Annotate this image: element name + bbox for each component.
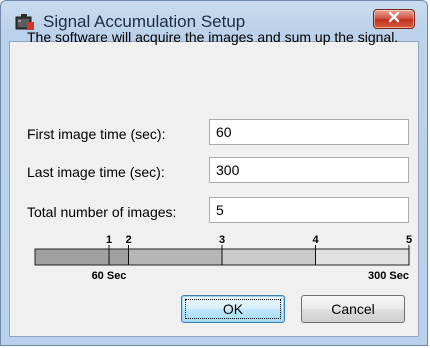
scale-end-label: 300 Sec — [368, 270, 409, 282]
cancel-button[interactable]: Cancel — [301, 295, 405, 323]
ok-button[interactable]: OK — [181, 295, 285, 323]
scale-tick-label: 1 — [106, 234, 112, 246]
cancel-button-label: Cancel — [331, 301, 375, 317]
scale-start-label: 60 Sec — [92, 270, 127, 282]
focus-ring — [185, 299, 281, 319]
scale-tick-label: 5 — [406, 234, 412, 246]
dialog-window: Signal Accumulation Setup The software w… — [0, 0, 428, 346]
scale-segment — [129, 249, 222, 265]
scale-tick-label: 4 — [312, 234, 319, 246]
scale-segment — [222, 249, 315, 265]
scale-segment — [35, 249, 128, 265]
scale-tick-label: 3 — [219, 234, 225, 246]
scale-segment — [316, 249, 409, 265]
scale-tick-label: 2 — [125, 234, 131, 246]
